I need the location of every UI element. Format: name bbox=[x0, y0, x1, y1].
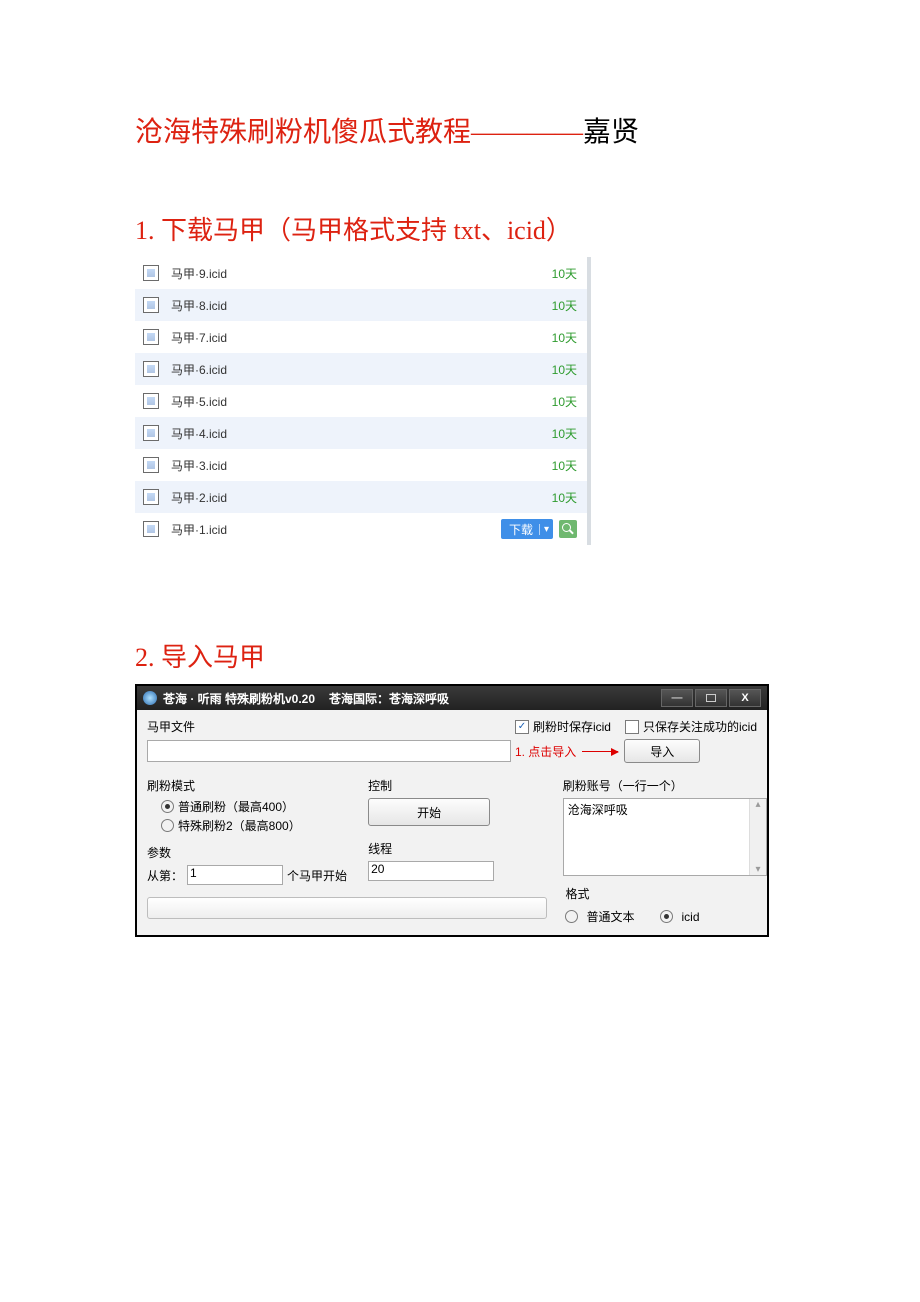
radio-mode-special-label: 特殊刷粉2（最高800） bbox=[178, 817, 301, 834]
progress-bar bbox=[147, 897, 547, 919]
thread-label: 线程 bbox=[368, 840, 545, 857]
mode-label: 刷粉模式 bbox=[147, 777, 350, 794]
file-row[interactable]: 马甲·9.icid10天 bbox=[135, 257, 591, 289]
window-titlebar: 苍海 · 听雨 特殊刷粉机v0.20 苍海国际：苍海深呼吸 — X bbox=[137, 686, 767, 710]
file-row[interactable]: 马甲·3.icid10天 bbox=[135, 449, 591, 481]
radio-format-icid-label: icid bbox=[681, 910, 699, 924]
radio-format-text-label: 普通文本 bbox=[586, 908, 634, 925]
file-row[interactable]: 马甲·5.icid10天 bbox=[135, 385, 591, 417]
file-name: 马甲·6.icid bbox=[169, 361, 552, 378]
file-name: 马甲·4.icid bbox=[169, 425, 552, 442]
control-label: 控制 bbox=[368, 777, 545, 794]
file-row[interactable]: 马甲·6.icid10天 bbox=[135, 353, 591, 385]
file-age: 10天 bbox=[552, 361, 577, 378]
file-age: 10天 bbox=[552, 489, 577, 506]
file-age: 10天 bbox=[552, 297, 577, 314]
param-start-input[interactable]: 1 bbox=[187, 865, 283, 885]
format-label: 格式 bbox=[565, 885, 757, 902]
file-age: 10天 bbox=[552, 329, 577, 346]
close-button[interactable]: X bbox=[729, 689, 761, 707]
file-age: 10天 bbox=[552, 393, 577, 410]
file-icon bbox=[143, 297, 159, 313]
account-label: 刷粉账号（一行一个） bbox=[563, 777, 757, 794]
file-name: 马甲·3.icid bbox=[169, 457, 552, 474]
radio-mode-special[interactable] bbox=[161, 819, 174, 832]
file-list: 马甲·9.icid10天马甲·8.icid10天马甲·7.icid10天马甲·6… bbox=[135, 257, 591, 545]
start-button[interactable]: 开始 bbox=[368, 798, 490, 826]
import-button[interactable]: 导入 bbox=[624, 739, 700, 763]
checkbox-save-icid-label: 刷粉时保存icid bbox=[533, 718, 611, 735]
file-name: 马甲·9.icid bbox=[169, 265, 552, 282]
checkbox-only-success-label: 只保存关注成功的icid bbox=[643, 718, 757, 735]
file-icon bbox=[143, 329, 159, 345]
file-row[interactable]: 马甲·7.icid10天 bbox=[135, 321, 591, 353]
titlebar-left: 苍海 · 听雨 特殊刷粉机v0.20 bbox=[163, 690, 315, 707]
download-button[interactable]: 下载▾ bbox=[501, 519, 553, 539]
file-icon bbox=[143, 361, 159, 377]
radio-mode-normal-label: 普通刷粉（最高400） bbox=[178, 798, 294, 815]
checkbox-save-icid[interactable]: ✓ bbox=[515, 720, 529, 734]
file-row[interactable]: 马甲·2.icid10天 bbox=[135, 481, 591, 513]
file-name: 马甲·1.icid bbox=[169, 521, 501, 538]
file-row[interactable]: 马甲·8.icid10天 bbox=[135, 289, 591, 321]
app-icon bbox=[143, 691, 157, 705]
file-icon bbox=[143, 265, 159, 281]
file-section-label: 马甲文件 bbox=[147, 718, 511, 735]
thread-input[interactable]: 20 bbox=[368, 861, 494, 881]
arrow-icon bbox=[582, 751, 618, 752]
radio-mode-normal[interactable] bbox=[161, 800, 174, 813]
file-row[interactable]: 马甲·4.icid10天 bbox=[135, 417, 591, 449]
title-black: 嘉贤 bbox=[583, 117, 639, 148]
file-icon bbox=[143, 521, 159, 537]
param-prefix: 从第： bbox=[147, 867, 183, 884]
file-icon bbox=[143, 393, 159, 409]
title-red: 沧海特殊刷粉机傻瓜式教程———— bbox=[135, 117, 583, 148]
minimize-button[interactable]: — bbox=[661, 689, 693, 707]
file-path-input[interactable] bbox=[147, 740, 511, 762]
preview-icon[interactable] bbox=[559, 520, 577, 538]
account-textarea[interactable]: 沧海深呼吸 ▴▾ bbox=[563, 798, 767, 876]
param-label: 参数 bbox=[147, 844, 350, 861]
import-annotation: 1. 点击导入 bbox=[515, 743, 576, 760]
section-2-heading: 2. 导入马甲 bbox=[135, 637, 785, 674]
file-name: 马甲·2.icid bbox=[169, 489, 552, 506]
section-1-heading: 1. 下载马甲（马甲格式支持 txt、icid） bbox=[135, 210, 785, 247]
titlebar-right: 苍海国际：苍海深呼吸 bbox=[329, 690, 449, 707]
file-name: 马甲·8.icid bbox=[169, 297, 552, 314]
checkbox-only-success[interactable] bbox=[625, 720, 639, 734]
scrollbar[interactable]: ▴▾ bbox=[749, 799, 766, 875]
file-icon bbox=[143, 489, 159, 505]
file-icon bbox=[143, 457, 159, 473]
param-suffix: 个马甲开始 bbox=[287, 867, 347, 884]
file-age: 10天 bbox=[552, 265, 577, 282]
file-icon bbox=[143, 425, 159, 441]
doc-title: 沧海特殊刷粉机傻瓜式教程————嘉贤 bbox=[135, 110, 785, 150]
file-name: 马甲·7.icid bbox=[169, 329, 552, 346]
file-name: 马甲·5.icid bbox=[169, 393, 552, 410]
app-window: 苍海 · 听雨 特殊刷粉机v0.20 苍海国际：苍海深呼吸 — X 马甲文件 ✓… bbox=[135, 684, 769, 937]
radio-format-icid[interactable] bbox=[660, 910, 673, 923]
radio-format-text[interactable] bbox=[565, 910, 578, 923]
file-age: 10天 bbox=[552, 425, 577, 442]
file-age: 10天 bbox=[552, 457, 577, 474]
maximize-button[interactable] bbox=[695, 689, 727, 707]
account-value: 沧海深呼吸 bbox=[568, 803, 628, 817]
file-row[interactable]: 马甲·1.icid下载▾ bbox=[135, 513, 591, 545]
